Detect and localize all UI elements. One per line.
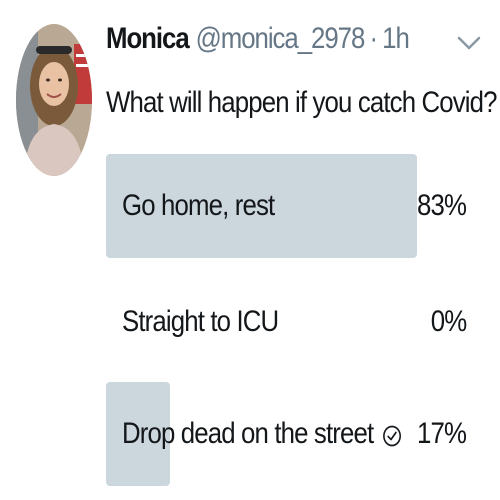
poll-option-percent: 83%: [416, 189, 467, 222]
tweet: Monica @monica_2978 · 1h What will happe…: [0, 0, 500, 500]
tweet-text: What will happen if you catch Covid?: [106, 86, 498, 119]
poll-option-1[interactable]: Go home, rest 83%: [106, 154, 467, 258]
poll-option-percent: 0%: [430, 305, 466, 338]
check-circle-icon: [382, 422, 403, 447]
tweet-header: Monica @monica_2978 · 1h: [106, 22, 410, 62]
avatar-photo: [16, 24, 92, 176]
poll-option-2[interactable]: Straight to ICU 0%: [106, 270, 467, 374]
poll-option-percent: 17%: [416, 417, 467, 450]
poll-option-label: Go home, rest: [122, 189, 275, 223]
poll-option-text: Go home, rest: [122, 189, 275, 222]
poll-option-3[interactable]: Drop dead on the street 17%: [106, 382, 467, 486]
user-handle[interactable]: @monica_2978: [196, 22, 366, 56]
poll-option-label: Drop dead on the street: [122, 417, 403, 451]
chevron-down-icon[interactable]: [455, 34, 483, 52]
poll-option-label: Straight to ICU: [122, 305, 279, 339]
display-name[interactable]: Monica: [106, 22, 190, 56]
timestamp[interactable]: 1h: [382, 22, 410, 56]
poll-option-text: Straight to ICU: [122, 305, 279, 338]
poll-option-text: Drop dead on the street: [122, 417, 374, 450]
avatar[interactable]: [16, 24, 92, 176]
separator-dot: ·: [369, 22, 378, 55]
